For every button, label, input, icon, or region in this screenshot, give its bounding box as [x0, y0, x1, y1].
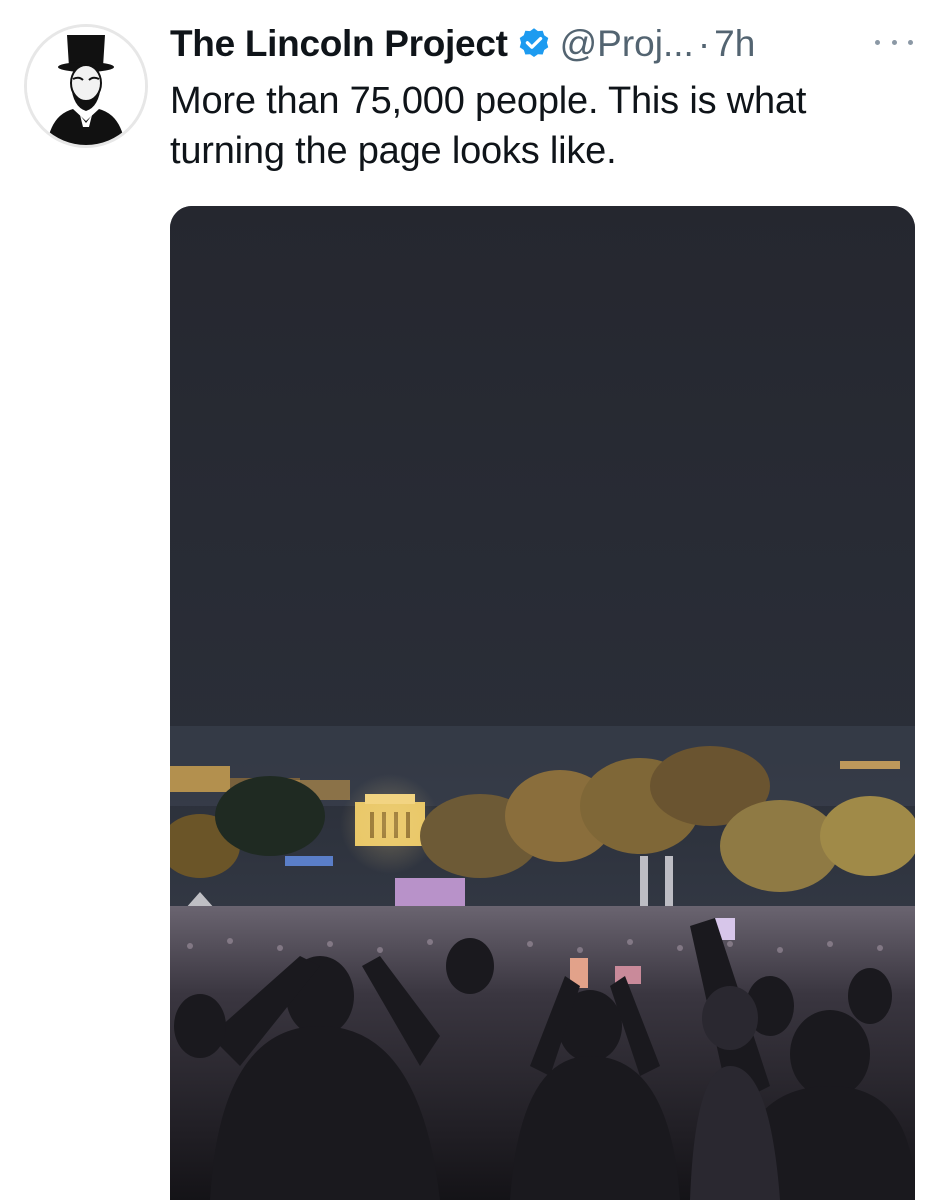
tweet-text: More than 75,000 people. This is what tu… — [170, 80, 807, 172]
separator-dot: · — [697, 23, 711, 64]
more-options-icon[interactable] — [875, 30, 913, 54]
handle[interactable]: @Proj... — [560, 23, 694, 65]
more-dot — [875, 39, 880, 45]
tweet[interactable]: The Lincoln Project @Proj... · 7h More t… — [0, 0, 938, 1200]
tweet-photo[interactable] — [170, 206, 915, 1200]
display-name[interactable]: The Lincoln Project — [170, 23, 508, 65]
lincoln-portrait-icon — [27, 27, 145, 145]
timestamp[interactable]: 7h — [714, 23, 755, 65]
more-dot — [891, 39, 897, 45]
more-dot — [908, 39, 913, 45]
rally-crowd-photo — [170, 206, 915, 1200]
avatar[interactable] — [24, 24, 148, 148]
verified-badge-icon — [516, 26, 552, 62]
tweet-header: The Lincoln Project @Proj... · 7h — [170, 16, 915, 72]
